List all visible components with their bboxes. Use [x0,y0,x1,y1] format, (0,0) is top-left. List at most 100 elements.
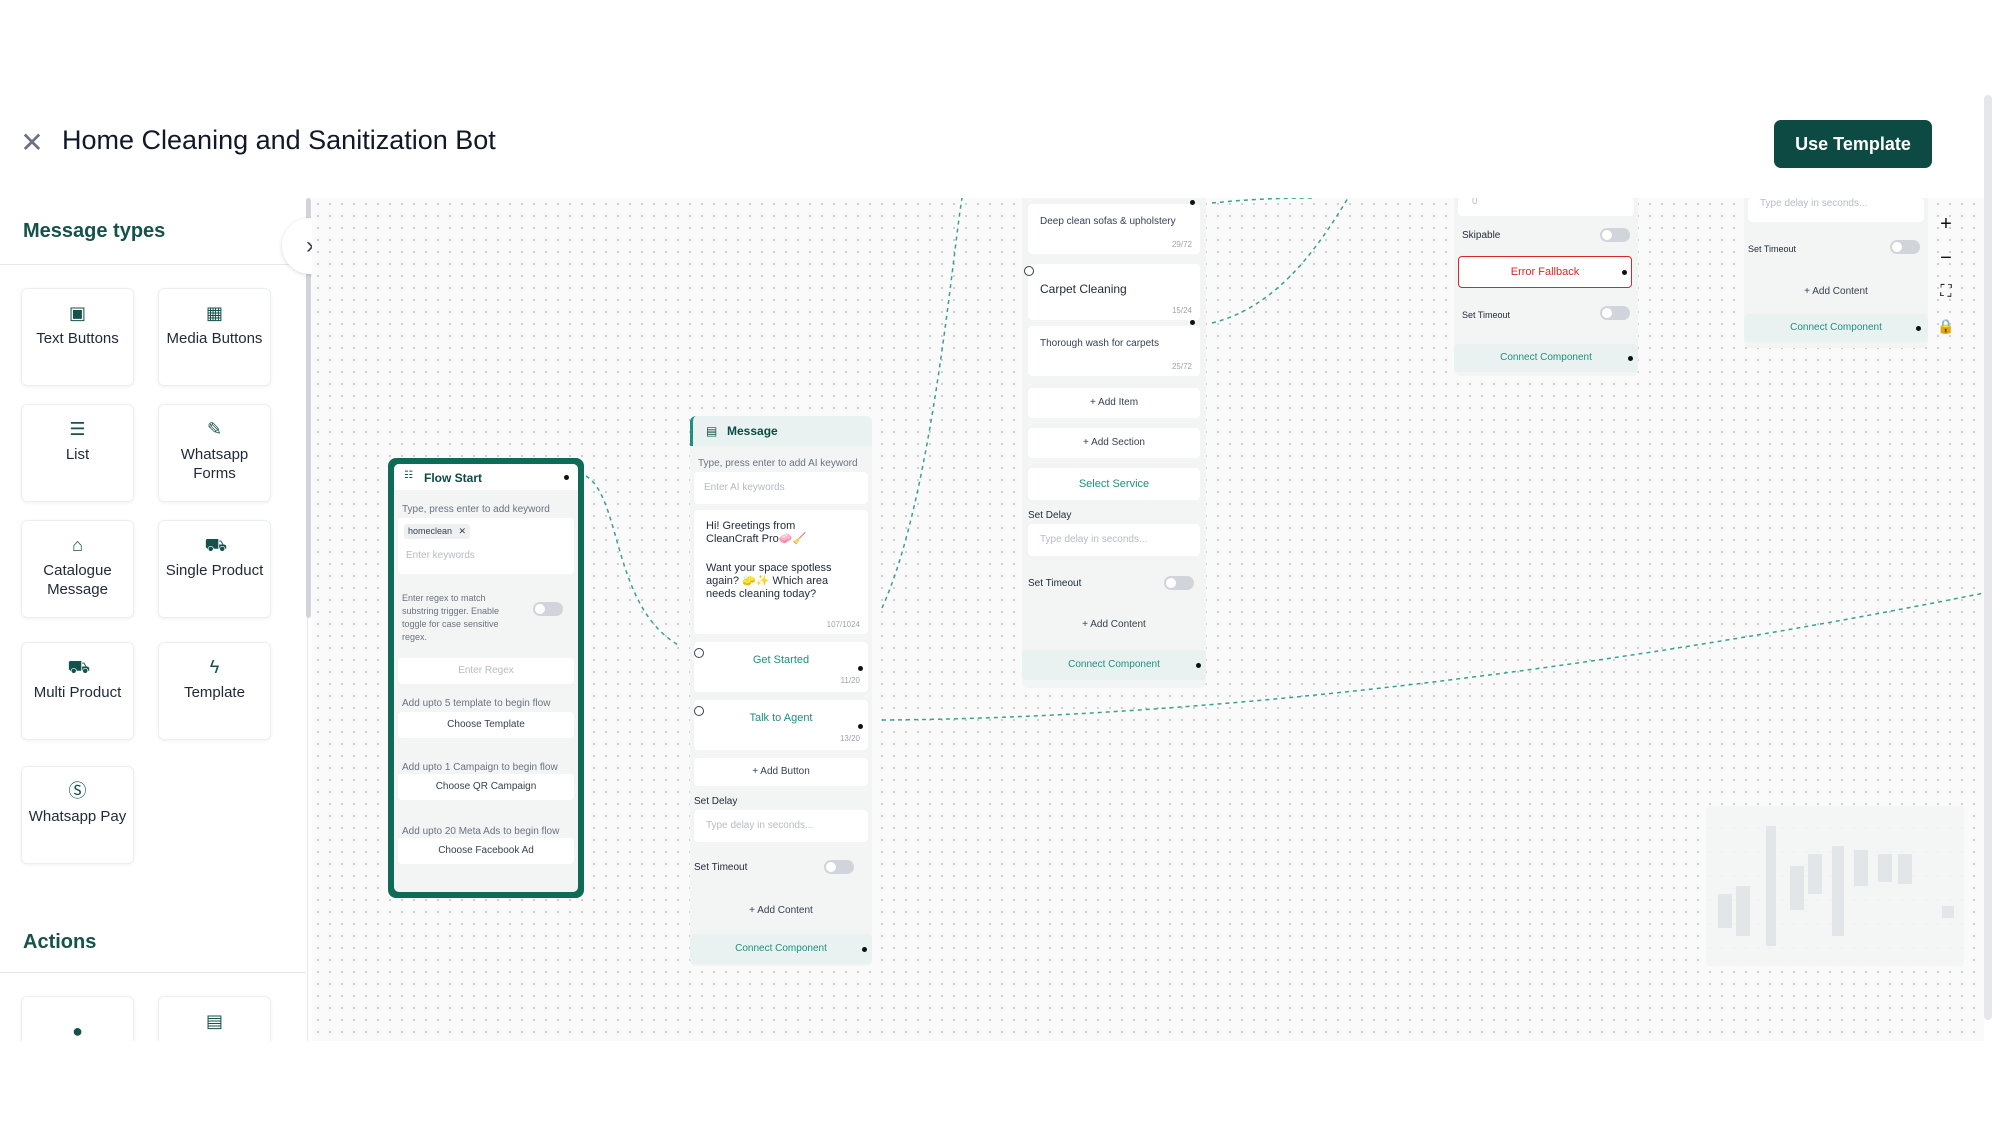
set-delay-label: Set Delay [694,796,738,807]
minimap-node [1878,854,1892,882]
add-content-button[interactable]: + Add Content [1744,278,1928,306]
case-sensitive-toggle[interactable] [533,602,563,616]
sheet-icon: ▤ [205,1011,223,1031]
button-label: Get Started [752,654,810,666]
tile-label: Text Buttons [36,330,119,347]
value-input[interactable]: 0 [1458,198,1634,216]
button-label: Talk to Agent [749,712,813,724]
add-content-button[interactable]: + Add Content [690,896,872,926]
use-template-button[interactable]: Use Template [1774,120,1932,168]
regex-input[interactable]: Enter Regex [398,658,574,684]
timeout-toggle[interactable] [1600,306,1630,320]
choose-qr-campaign-button[interactable]: Choose QR Campaign [398,774,574,800]
tile-whatsapp-pay[interactable]: Ⓢ Whatsapp Pay [21,766,134,864]
list-item-carpet-cleaning[interactable]: Carpet Cleaning 15/24 [1028,264,1200,320]
flow-canvas[interactable]: ☷ Flow Start Type, press enter to add ke… [312,198,1984,1041]
add-section-button[interactable]: + Add Section [1028,428,1200,458]
drag-handle[interactable] [694,706,704,716]
drag-handle[interactable] [1024,266,1034,276]
minimap[interactable] [1706,806,1964,966]
flow-icon: ☷ [404,470,413,481]
tile-list[interactable]: ☰ List [21,404,134,502]
form-node[interactable]: 0 Skipable Error Fallback Set Timeout Co… [1454,198,1638,376]
zoom-in-icon[interactable]: + [1932,210,1960,238]
regex-description: Enter regex to match substring trigger. … [402,593,500,642]
message-text-line: Hi! Greetings from CleanCraft Pro🧼🧹 [706,520,807,545]
close-icon[interactable]: ✕ [20,129,44,157]
ai-keywords-input[interactable]: Enter AI keywords [694,472,868,504]
flow-start-node[interactable]: ☷ Flow Start Type, press enter to add ke… [388,458,584,898]
message-node[interactable]: ▤ Message Type, press enter to add AI ke… [690,416,872,966]
message-body[interactable]: Hi! Greetings from CleanCraft Pro🧼🧹 Want… [694,510,868,634]
minimap-node [1718,894,1732,928]
output-handle[interactable] [1190,320,1195,325]
button-talk-to-agent[interactable]: Talk to Agent 13/20 [694,700,868,750]
list-node[interactable]: Deep clean sofas & upholstery 29/72 Carp… [1022,198,1206,688]
delay-input[interactable]: Type delay in seconds... [694,810,868,842]
delay-input[interactable]: Type delay in seconds... [1028,524,1200,556]
output-handle[interactable] [1622,270,1627,275]
keyword-input[interactable]: homeclean ✕ Enter keywords [398,518,574,574]
set-timeout-label: Set Timeout [1028,578,1082,589]
timeout-toggle[interactable] [824,860,854,874]
page-title: Home Cleaning and Sanitization Bot [62,125,496,155]
close-icon[interactable]: ✕ [459,526,467,536]
connect-component-button[interactable]: Connect Component [1454,344,1638,372]
choose-template-button[interactable]: Choose Template [398,712,574,738]
char-count: 25/72 [1171,362,1192,371]
page-scrollbar[interactable] [1984,95,1992,1020]
output-handle[interactable] [1628,356,1633,361]
output-handle[interactable] [858,666,863,671]
connect-component-button[interactable]: Connect Component [690,934,872,964]
pay-icon: Ⓢ [68,781,87,801]
list-item-description[interactable]: Thorough wash for carpets 25/72 [1028,326,1200,376]
sidebar: Message types ▣ Text Buttons ▦ Media But… [0,198,308,1041]
add-item-button[interactable]: + Add Item [1028,388,1200,418]
output-handle[interactable] [862,947,867,952]
output-handle[interactable] [858,724,863,729]
tile-media-buttons[interactable]: ▦ Media Buttons [158,288,271,386]
add-button[interactable]: + Add Button [694,758,868,786]
tile-action-sheet[interactable]: ▤ [158,996,271,1041]
add-content-button[interactable]: + Add Content [1022,610,1206,640]
skipable-toggle[interactable] [1600,228,1630,242]
fit-view-icon[interactable]: ⛶ [1932,278,1960,306]
timeout-toggle[interactable] [1164,576,1194,590]
tile-text-buttons[interactable]: ▣ Text Buttons [21,288,134,386]
tile-whatsapp-forms[interactable]: ✎ Whatsapp Forms [158,404,271,502]
output-handle[interactable] [564,475,569,480]
lock-icon[interactable]: 🔒 [1932,312,1960,340]
ads-hint: Add upto 20 Meta Ads to begin flow [402,826,560,837]
drag-handle[interactable] [694,648,704,658]
cart-icon: ⛟ [204,535,228,555]
list-item-description[interactable]: Deep clean sofas & upholstery 29/72 [1028,204,1200,254]
item-description: Deep clean sofas & upholstery [1040,216,1176,227]
campaign-hint: Add upto 1 Campaign to begin flow [402,762,558,773]
tile-multi-product[interactable]: ⛟ Multi Product [21,642,134,740]
node-title: Message [727,424,778,438]
button-get-started[interactable]: Get Started 11/20 [694,642,868,692]
error-fallback-button[interactable]: Error Fallback [1458,256,1632,288]
minimap-node [1736,886,1750,936]
zoom-out-icon[interactable]: − [1932,244,1960,272]
connect-component-button[interactable]: Connect Component [1022,650,1206,680]
connect-component-button[interactable]: Connect Component [1744,314,1928,342]
delay-input[interactable]: Type delay in seconds... [1748,198,1924,222]
choose-facebook-ad-button[interactable]: Choose Facebook Ad [398,838,574,864]
top-bar: ✕ Home Cleaning and Sanitization Bot Use… [0,95,1996,198]
output-handle[interactable] [1196,663,1201,668]
minimap-node [1898,854,1912,884]
timeout-node[interactable]: Type delay in seconds... Set Timeout + A… [1744,198,1928,348]
tile-single-product[interactable]: ⛟ Single Product [158,520,271,618]
set-timeout-label: Set Timeout [1748,244,1797,254]
set-timeout-label: Set Timeout [694,862,748,873]
output-handle[interactable] [1190,200,1195,205]
keywords-placeholder: Enter keywords [406,550,475,561]
output-handle[interactable] [1916,326,1921,331]
timeout-toggle[interactable] [1890,240,1920,254]
select-service-button[interactable]: Select Service [1028,468,1200,500]
tile-action-agent[interactable]: ● [21,996,134,1041]
tile-catalogue-message[interactable]: ⌂ Catalogue Message [21,520,134,618]
tile-template[interactable]: ϟ Template [158,642,271,740]
char-count: 29/72 [1171,240,1192,249]
